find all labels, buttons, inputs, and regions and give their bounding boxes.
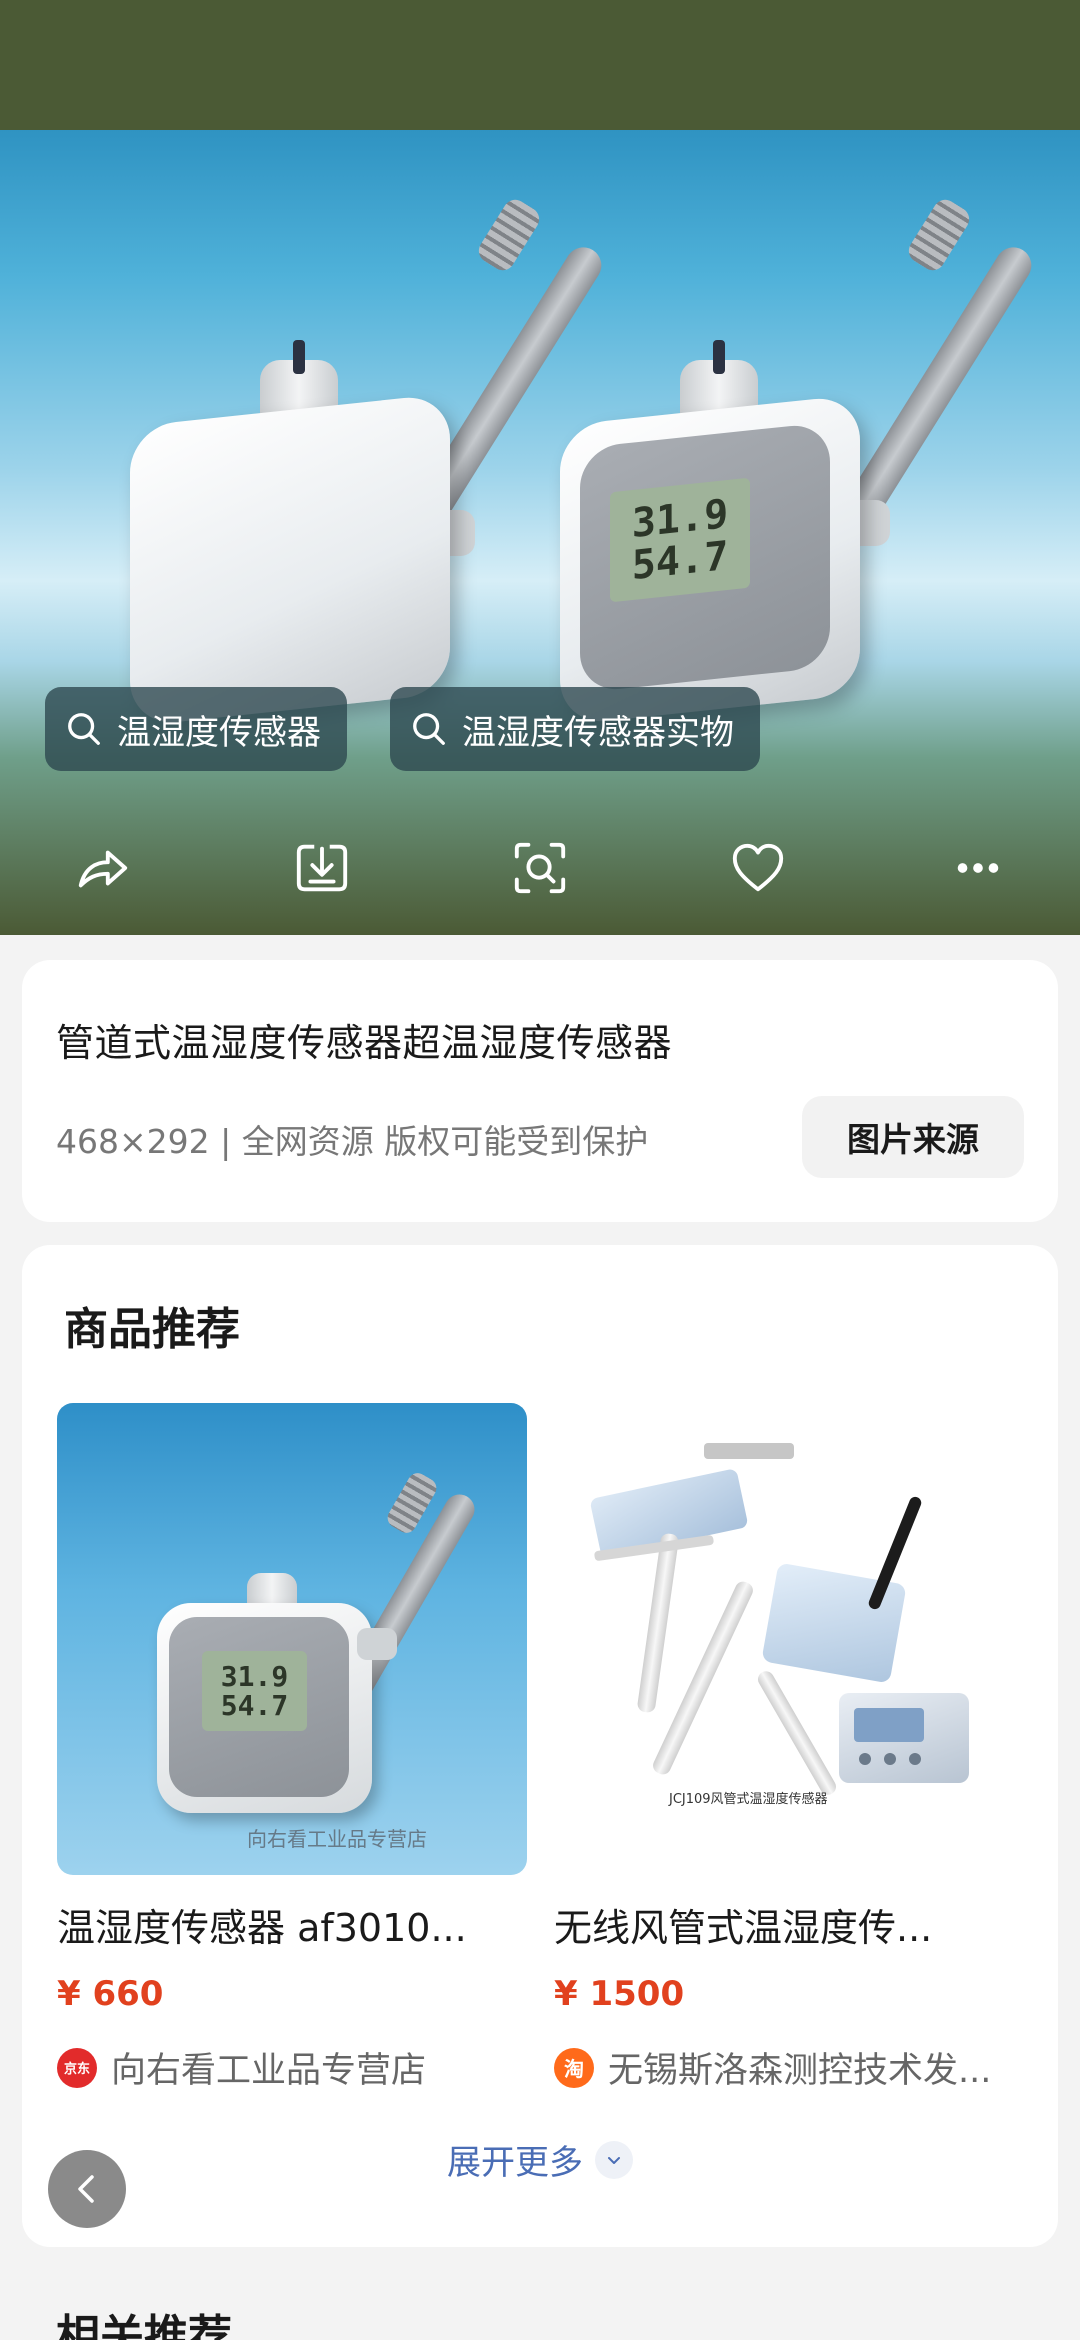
search-chip-label: 温湿度传感器 <box>117 712 321 753</box>
store-row[interactable]: 淘 无锡斯洛森测控技术发... <box>554 2042 1024 2093</box>
image-viewer: 31.9 54.7 温湿度传感器 温湿度传感器实物 <box>0 0 1080 935</box>
product-image[interactable]: 31.9 54.7 向右看工业品专营店 <box>57 1403 527 1875</box>
search-chip-label: 温湿度传感器实物 <box>462 712 734 753</box>
store-name: 向右看工业品专营店 <box>111 2051 427 2091</box>
product-name: 无线风管式温湿度传... <box>554 1906 933 1950</box>
product-name: 温湿度传感器 af3010... <box>57 1906 467 1950</box>
chevron-down-icon <box>595 2140 633 2179</box>
image-action-bar <box>0 800 1080 935</box>
search-icon <box>413 713 445 745</box>
share-icon <box>78 850 128 888</box>
search-chip-2[interactable]: 温湿度传感器实物 <box>390 687 760 771</box>
section-title: 商品推荐 <box>64 1304 240 1355</box>
lcd-reading-1: 31.9 <box>220 1659 289 1693</box>
download-icon <box>296 844 348 892</box>
expand-more-label: 展开更多 <box>447 2143 583 2183</box>
lens-scan-icon <box>514 842 566 894</box>
image-title: 管道式温湿度传感器超温湿度传感器 <box>56 1021 673 1065</box>
more-button[interactable] <box>938 828 1018 908</box>
store-row[interactable]: 京东 向右看工业品专营店 <box>57 2042 527 2093</box>
product-price: ¥ 660 <box>57 1974 164 2014</box>
heart-icon <box>732 843 784 892</box>
taobao-store-icon: 淘 <box>554 2047 594 2088</box>
image-caption: JCJ109风管式温湿度传感器 <box>669 1792 828 1807</box>
more-dots-icon <box>957 863 999 873</box>
image-meta: 468×292 | 全网资源 版权可能受到保护 <box>56 1122 649 1161</box>
store-name: 无锡斯洛森测控技术发... <box>608 2051 992 2091</box>
image-watermark: 向右看工业品专营店 <box>247 1827 427 1851</box>
store-badge-text: 淘 <box>564 2057 584 2081</box>
back-button[interactable] <box>48 2150 126 2228</box>
lcd-reading-2: 54.7 <box>631 532 729 590</box>
search-chip-1[interactable]: 温湿度传感器 <box>45 687 347 771</box>
share-button[interactable] <box>62 828 142 908</box>
search-icon <box>68 713 100 745</box>
lcd-reading-2: 54.7 <box>220 1689 289 1722</box>
jd-store-icon: 京东 <box>57 2047 97 2088</box>
chevron-left-icon <box>78 2175 94 2203</box>
store-badge-text: 京东 <box>63 2062 90 2077</box>
product-item[interactable]: 31.9 54.7 向右看工业品专营店 温湿度传感器 af3010... ¥ 6… <box>57 1403 527 2093</box>
sensor-lcd-illustration: 31.9 54.7 <box>560 195 1039 730</box>
product-price: ¥ 1500 <box>554 1974 685 2014</box>
favorite-button[interactable] <box>718 828 798 908</box>
download-button[interactable] <box>282 828 362 908</box>
related-section-title: 相关推荐 <box>56 2311 232 2340</box>
product-recommendation-card: 商品推荐 31.9 54.7 向右看工业品专营店 温湿度传感器 af3010..… <box>22 1245 1058 2247</box>
visual-search-button[interactable] <box>500 828 580 908</box>
image-source-button[interactable]: 图片来源 <box>802 1096 1024 1178</box>
image-info-card: 管道式温湿度传感器超温湿度传感器 468×292 | 全网资源 版权可能受到保护… <box>22 960 1058 1222</box>
expand-more-button[interactable]: 展开更多 <box>22 2135 1058 2184</box>
sensor-blank-illustration <box>130 195 609 730</box>
product-item[interactable]: JCJ109风管式温湿度传感器 无线风管式温湿度传... ¥ 1500 淘 无锡… <box>554 1403 1024 2093</box>
product-image[interactable]: JCJ109风管式温湿度传感器 <box>554 1403 1024 1875</box>
